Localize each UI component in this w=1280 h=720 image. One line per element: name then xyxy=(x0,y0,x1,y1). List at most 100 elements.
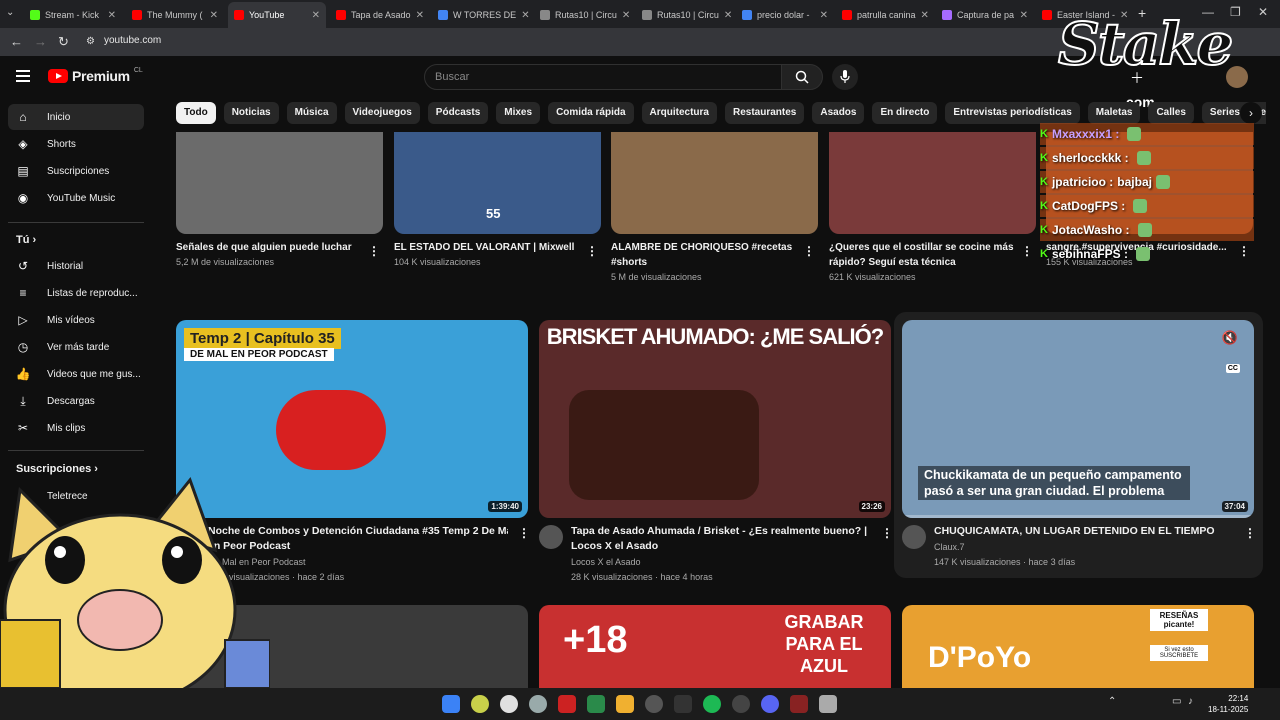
close-window-icon[interactable]: ✕ xyxy=(1258,5,1268,19)
tab-close-icon[interactable]: ✕ xyxy=(210,10,218,21)
tab-close-icon[interactable]: ✕ xyxy=(416,10,424,21)
filter-chip[interactable]: Videojuegos xyxy=(344,102,420,124)
short-title[interactable]: Señales de que alguien puede luchar xyxy=(176,240,366,255)
filter-chip[interactable]: Arquitectura xyxy=(641,102,717,124)
browser-tab[interactable]: Captura de pa ✕ xyxy=(936,4,1034,26)
start-icon[interactable] xyxy=(442,695,460,713)
filter-chip[interactable]: Entrevistas periodísticas xyxy=(945,102,1080,124)
sidebar-item[interactable]: ⌂ Inicio xyxy=(8,104,144,130)
filter-chip[interactable]: Mixes xyxy=(496,102,541,124)
browser-tab[interactable]: W TORRES DE ✕ xyxy=(432,4,530,26)
browser-tab[interactable]: patrulla canina ✕ xyxy=(836,4,934,26)
sidebar-item[interactable]: ◷ Ver más tarde xyxy=(8,334,144,360)
video-title[interactable]: CHUQUICAMATA, UN LUGAR DETENIDO EN EL TI… xyxy=(934,524,1234,539)
menu-icon[interactable] xyxy=(16,70,30,82)
tray-chevron-icon[interactable]: ⌃ xyxy=(1108,696,1116,707)
video-thumbnail[interactable]: BRISKET AHUMADO: ¿ME SALIÓ? 23:26 xyxy=(539,320,891,518)
short-title-line2[interactable]: rápido? Seguí esta técnica xyxy=(829,255,1019,270)
tab-close-icon[interactable]: ✕ xyxy=(921,10,929,21)
sidebar-you-heading[interactable]: Tú › xyxy=(16,234,36,246)
folder-icon[interactable] xyxy=(616,695,634,713)
chrome-icon[interactable] xyxy=(500,695,518,713)
filter-chip[interactable]: Restaurantes xyxy=(724,102,805,124)
mute-icon[interactable]: 🔇 xyxy=(1222,330,1238,346)
browser-tab[interactable]: Stream - Kick ✕ xyxy=(24,4,122,26)
video-thumbnail[interactable]: 🔇 CC Chuckikamata de un pequeño campamento… xyxy=(902,320,1254,518)
filter-chip[interactable]: Calles xyxy=(1148,102,1194,124)
system-clock[interactable]: 22:14 18-11-2025 xyxy=(1208,693,1248,715)
app-icon[interactable] xyxy=(645,695,663,713)
tab-close-icon[interactable]: ✕ xyxy=(820,10,828,21)
back-icon[interactable]: ← xyxy=(10,34,23,49)
maximize-icon[interactable]: ❐ xyxy=(1230,5,1241,19)
channel-name[interactable]: Locos X el Asado xyxy=(571,555,641,570)
volume-icon[interactable]: ♪ xyxy=(1188,696,1193,707)
tab-close-icon[interactable]: ✕ xyxy=(312,10,320,21)
short-thumbnail[interactable]: 55 xyxy=(394,132,601,234)
app-icon[interactable] xyxy=(790,695,808,713)
progress-bar[interactable] xyxy=(902,515,1254,518)
spotify-icon[interactable] xyxy=(703,695,721,713)
captions-icon[interactable]: CC xyxy=(1225,364,1240,373)
channel-name[interactable]: Claux.7 xyxy=(934,540,965,555)
more-options-icon[interactable]: ⋮ xyxy=(1244,526,1256,540)
short-title[interactable]: ¿Queres que el costillar se cocine más xyxy=(829,240,1019,255)
app-icon[interactable] xyxy=(587,695,605,713)
short-title[interactable]: EL ESTADO DEL VALORANT | Mixwell xyxy=(394,240,584,255)
more-options-icon[interactable]: ⋮ xyxy=(881,526,893,540)
mic-button[interactable] xyxy=(832,64,858,90)
url-field[interactable]: youtube.com xyxy=(104,35,161,46)
tab-close-icon[interactable]: ✕ xyxy=(521,10,529,21)
sidebar-item[interactable]: ✂ Mis clips xyxy=(8,415,144,441)
short-title[interactable]: ALAMBRE DE CHORIQUESO #recetas xyxy=(611,240,801,255)
app-icon[interactable] xyxy=(471,695,489,713)
chips-next-icon[interactable]: › xyxy=(1240,102,1262,124)
sidebar-item[interactable]: ⤓ Descargas xyxy=(8,388,144,414)
browser-tab[interactable]: YouTube ✕ xyxy=(228,2,326,28)
filter-chip[interactable]: Asados xyxy=(812,102,865,124)
sidebar-item[interactable]: ≡ Listas de reproduc... xyxy=(8,280,144,306)
browser-tab[interactable]: precio dolar - ✕ xyxy=(736,4,834,26)
forward-icon[interactable]: → xyxy=(34,34,47,49)
filter-chip[interactable]: Noticias xyxy=(223,102,279,124)
short-thumbnail[interactable] xyxy=(611,132,818,234)
sidebar-item[interactable]: ◈ Shorts xyxy=(8,131,144,157)
app-icon[interactable] xyxy=(732,695,750,713)
more-options-icon[interactable]: ⋮ xyxy=(518,526,530,540)
channel-avatar[interactable] xyxy=(539,525,563,549)
filter-chip[interactable]: En directo xyxy=(872,102,938,124)
filter-chip[interactable]: Maletas xyxy=(1087,102,1141,124)
tab-close-icon[interactable]: ✕ xyxy=(1020,10,1028,21)
short-thumbnail[interactable] xyxy=(829,132,1036,234)
reload-icon[interactable]: ↻ xyxy=(58,34,69,50)
app-icon[interactable] xyxy=(529,695,547,713)
site-info-icon[interactable]: ⚙ xyxy=(86,36,95,47)
app-icon[interactable] xyxy=(674,695,692,713)
browser-tab[interactable]: Rutas10 | Circu ✕ xyxy=(534,4,632,26)
more-options-icon[interactable]: ⋮ xyxy=(803,244,815,258)
video-title[interactable]: Tapa de Asado Ahumada / Brisket - ¿Es re… xyxy=(571,524,871,539)
filter-chip[interactable]: Pódcasts xyxy=(427,102,489,124)
more-options-icon[interactable]: ⋮ xyxy=(1021,244,1033,258)
more-options-icon[interactable]: ⋮ xyxy=(368,244,380,258)
app-icon[interactable] xyxy=(819,695,837,713)
app-icon[interactable] xyxy=(558,695,576,713)
short-title-line2[interactable]: #shorts xyxy=(611,255,801,270)
browser-tab[interactable]: Tapa de Asado ✕ xyxy=(330,4,428,26)
browser-tab[interactable]: The Mummy (✕ xyxy=(126,4,224,26)
channel-avatar[interactable] xyxy=(902,525,926,549)
sidebar-item[interactable]: ◉ YouTube Music xyxy=(8,185,144,211)
sidebar-item[interactable]: 👍 Videos que me gus... xyxy=(8,361,144,387)
sidebar-item[interactable]: ▷ Mis vídeos xyxy=(8,307,144,333)
tab-search-icon[interactable]: ⌄ xyxy=(6,7,14,18)
video-thumbnail[interactable]: D'PoYo RESEÑAS picante! Si vez esto SUSCRI… xyxy=(902,605,1254,688)
filter-chip[interactable]: Comida rápida xyxy=(548,102,634,124)
filter-chip[interactable]: Todo xyxy=(176,102,216,124)
short-thumbnail[interactable] xyxy=(176,132,383,234)
discord-icon[interactable] xyxy=(761,695,779,713)
search-input[interactable]: Buscar xyxy=(424,64,782,90)
sidebar-item[interactable]: ↺ Historial xyxy=(8,253,144,279)
browser-tab[interactable]: Rutas10 | Circu ✕ xyxy=(636,4,734,26)
tab-close-icon[interactable]: ✕ xyxy=(108,10,116,21)
network-icon[interactable]: ▭ xyxy=(1172,696,1181,707)
